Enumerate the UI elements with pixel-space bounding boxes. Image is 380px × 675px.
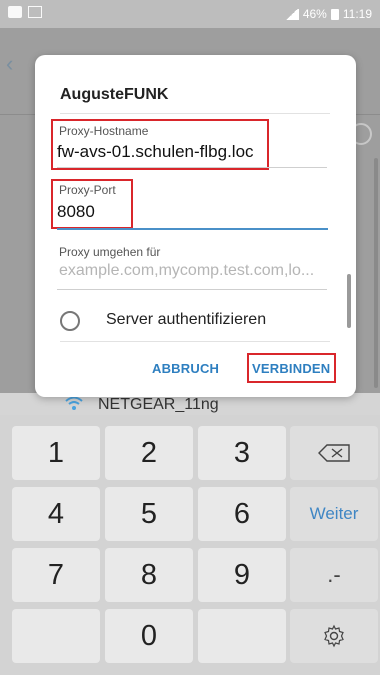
hostname-label: Proxy-Hostname — [59, 124, 149, 138]
key-6[interactable]: 6 — [198, 487, 286, 541]
bypass-label: Proxy umgehen für — [59, 245, 161, 259]
hostname-input[interactable]: fw-avs-01.schulen-flbg.loc — [57, 142, 254, 162]
backspace-icon — [318, 444, 350, 462]
key-8[interactable]: 8 — [105, 548, 193, 602]
key-3[interactable]: 3 — [198, 426, 286, 480]
dialog-title: AugusteFUNK — [60, 86, 169, 103]
divider — [60, 341, 330, 342]
port-input[interactable]: 8080 — [57, 202, 95, 222]
divider — [60, 113, 330, 114]
next-key[interactable]: Weiter — [290, 487, 378, 541]
blank-key-left[interactable] — [12, 609, 100, 663]
cancel-button[interactable]: ABBRUCH — [152, 361, 219, 376]
message-icon — [8, 6, 22, 18]
battery-icon — [330, 8, 339, 20]
key-2[interactable]: 2 — [105, 426, 193, 480]
server-auth-label: Server authentifizieren — [106, 311, 267, 328]
wifi-network-name: NETGEAR_11ng — [98, 396, 219, 413]
background-scrollbar — [374, 158, 378, 388]
port-label: Proxy-Port — [59, 183, 116, 197]
key-0[interactable]: 0 — [105, 609, 193, 663]
numeric-keyboard: 1 2 3 4 5 6 Weiter 7 8 9 .- 0 — [0, 415, 380, 675]
proxy-dialog: AugusteFUNK Proxy-Hostname fw-avs-01.sch… — [35, 55, 356, 397]
connect-button[interactable]: VERBINDEN — [252, 361, 330, 376]
backspace-key[interactable] — [290, 426, 378, 480]
settings-key[interactable] — [290, 609, 378, 663]
key-5[interactable]: 5 — [105, 487, 193, 541]
hostname-underline — [57, 167, 327, 168]
blank-key-right[interactable] — [198, 609, 286, 663]
clock: 11:19 — [342, 7, 372, 21]
signal-icon — [284, 8, 299, 20]
battery-percentage: 46% — [302, 7, 327, 21]
dot-dash-key[interactable]: .- — [290, 548, 378, 602]
gear-icon — [324, 624, 344, 648]
image-icon — [28, 6, 42, 18]
bypass-underline — [57, 289, 327, 290]
key-9[interactable]: 9 — [198, 548, 286, 602]
key-7[interactable]: 7 — [12, 548, 100, 602]
dialog-scrollbar[interactable] — [347, 274, 351, 328]
key-1[interactable]: 1 — [12, 426, 100, 480]
status-bar: 46% 11:19 — [0, 0, 380, 28]
bypass-input[interactable]: example.com,mycomp.test.com,lo... — [59, 262, 314, 280]
server-auth-radio[interactable] — [60, 311, 80, 331]
back-arrow-icon: ‹ — [6, 51, 14, 76]
key-4[interactable]: 4 — [12, 487, 100, 541]
wifi-icon — [65, 396, 83, 410]
port-underline-focused — [57, 228, 328, 230]
